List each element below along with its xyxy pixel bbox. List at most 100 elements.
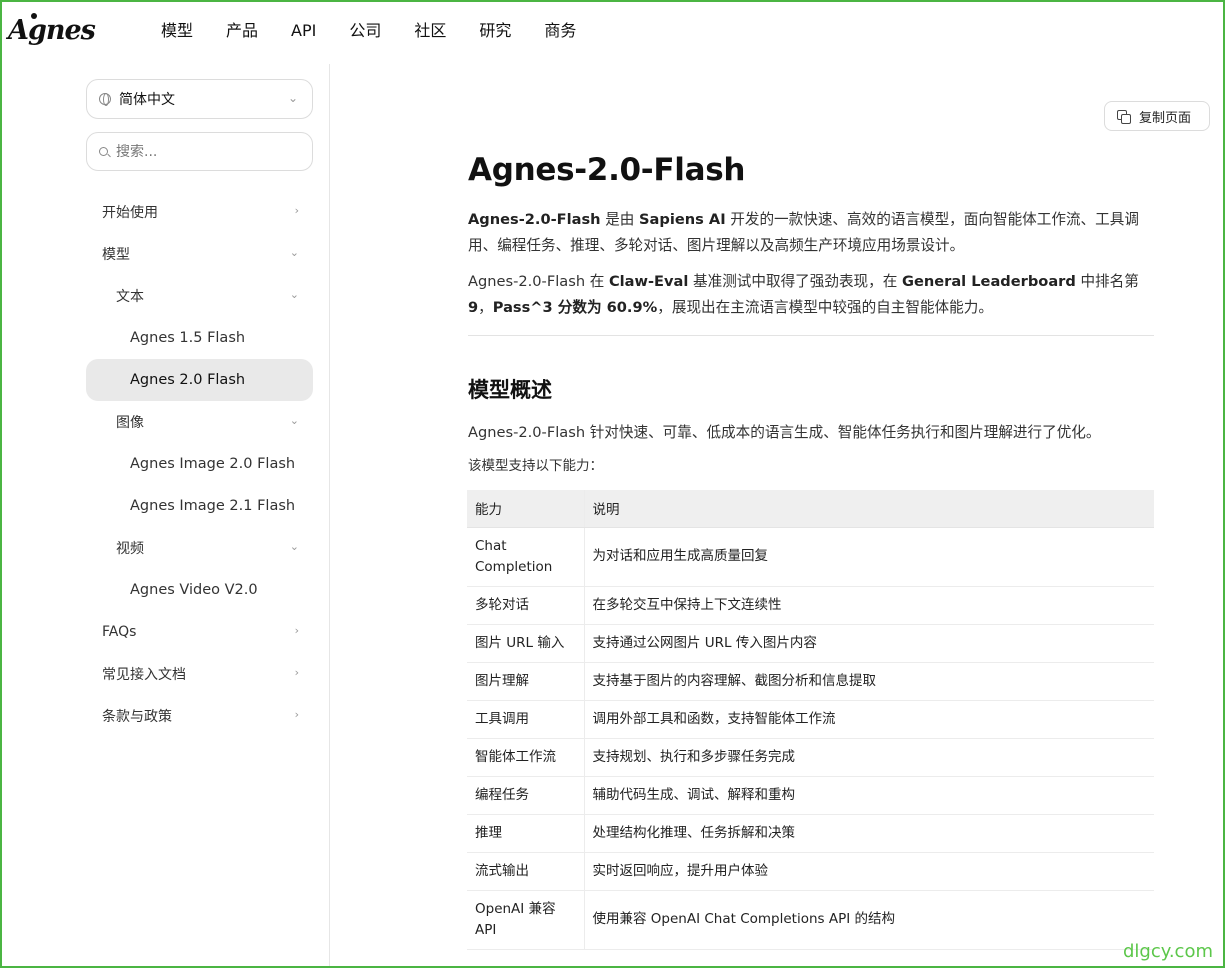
sidebar-item[interactable]: Agnes 2.0 Flash <box>86 359 313 401</box>
sidebar-item[interactable]: Agnes Image 2.0 Flash <box>86 443 313 485</box>
chevron-down-icon: ⌄ <box>289 540 299 553</box>
bench-text-2: 基准测试中取得了强劲表现，在 <box>688 273 902 290</box>
logo-text: Agnes <box>8 15 96 46</box>
sidebar-item-label: 模型 <box>102 247 130 263</box>
nav-item-research[interactable]: 研究 <box>479 19 511 43</box>
sidebar-item-label: Agnes 1.5 Flash <box>130 330 246 346</box>
table-row: 智能体工作流 支持规划、执行和多步骤任务完成 <box>467 738 1154 777</box>
sidebar-item[interactable]: Agnes Image 2.1 Flash <box>86 485 313 527</box>
capability-cell: Chat Completion <box>467 527 585 587</box>
sidebar-item-label: Agnes Video V2.0 <box>130 582 258 598</box>
sidebar-item[interactable]: 常见接入文档 › <box>86 653 313 695</box>
description-cell: 支持基于图片的内容理解、截图分析和信息提取 <box>584 662 1154 701</box>
sidebar-item-label: 图像 <box>116 415 144 431</box>
sidebar-item-label: 常见接入文档 <box>102 667 186 683</box>
article: Agnes-2.0-Flash Agnes-2.0-Flash 是由 Sapie… <box>468 150 1154 477</box>
bench-text-3: 中排名第 <box>1075 273 1139 290</box>
nav-item-products[interactable]: 产品 <box>226 19 258 43</box>
intro-paragraph: Agnes-2.0-Flash 是由 Sapiens AI 开发的一款快速、高效… <box>468 207 1154 259</box>
description-cell: 支持规划、执行和多步骤任务完成 <box>584 738 1154 777</box>
capability-cell: 推理 <box>467 814 585 853</box>
table-row: 图片理解 支持基于图片的内容理解、截图分析和信息提取 <box>467 662 1154 701</box>
description-cell: 支持通过公网图片 URL 传入图片内容 <box>584 624 1154 663</box>
capability-cell: 工具调用 <box>467 700 585 739</box>
nav-item-business[interactable]: 商务 <box>544 19 576 43</box>
divider <box>468 335 1154 336</box>
intro-model: Agnes-2.0-Flash <box>468 211 601 228</box>
sidebar-item[interactable]: Agnes Video V2.0 <box>86 569 313 611</box>
table-row: 流式输出 实时返回响应，提升用户体验 <box>467 852 1154 891</box>
globe-icon <box>99 93 111 106</box>
intro-text-1: 是由 <box>600 211 640 228</box>
capability-cell: 多轮对话 <box>467 586 585 625</box>
capability-cell: OpenAI 兼容 API <box>467 890 585 950</box>
description-cell: 调用外部工具和函数，支持智能体工作流 <box>584 700 1154 739</box>
description-cell: 使用兼容 OpenAI Chat Completions API 的结构 <box>584 890 1154 950</box>
language-label: 简体中文 <box>119 92 175 108</box>
sidebar-item-label: 文本 <box>116 289 144 305</box>
table-row: OpenAI 兼容 API 使用兼容 OpenAI Chat Completion… <box>467 890 1154 950</box>
capability-cell: 流式输出 <box>467 852 585 891</box>
support-intro: 该模型支持以下能力： <box>468 458 603 474</box>
description-cell: 为对话和应用生成高质量回复 <box>584 527 1154 587</box>
intro-org: Sapiens AI <box>639 211 726 228</box>
bench-name-2: General Leaderboard <box>901 273 1076 290</box>
nav-item-company[interactable]: 公司 <box>349 19 381 43</box>
language-select[interactable]: 简体中文 ⌄ <box>86 79 313 119</box>
chevron-down-icon: ⌄ <box>287 91 298 105</box>
search-box[interactable] <box>86 132 313 171</box>
section-description: Agnes-2.0-Flash 针对快速、可靠、低成本的语言生成、智能体任务执行… <box>468 424 1101 441</box>
search-icon <box>99 147 108 156</box>
bench-text-1: Agnes-2.0-Flash 在 <box>468 273 609 290</box>
table-row: 图片 URL 输入 支持通过公网图片 URL 传入图片内容 <box>467 624 1154 663</box>
chevron-right-icon: › <box>294 624 299 637</box>
description-cell: 处理结构化推理、任务拆解和决策 <box>584 814 1154 853</box>
chevron-down-icon: ⌄ <box>289 288 299 301</box>
bench-pass: Pass^3 分数为 60.9% <box>492 299 658 316</box>
sidebar-item[interactable]: 条款与政策 › <box>86 695 313 737</box>
sidebar-item-label: Agnes Image 2.1 Flash <box>130 498 296 514</box>
copy-icon <box>1117 109 1131 124</box>
table-row: 多轮对话 在多轮交互中保持上下文连续性 <box>467 586 1154 625</box>
chevron-right-icon: › <box>294 204 299 217</box>
main-nav: 模型 产品 API 公司 社区 研究 商务 <box>161 19 609 43</box>
bench-text-5: ，展现出在主流语言模型中较强的自主智能体能力。 <box>657 299 993 316</box>
sidebar-item[interactable]: 模型 ⌄ <box>86 233 313 275</box>
nav-item-models[interactable]: 模型 <box>161 19 193 43</box>
benchmark-paragraph: Agnes-2.0-Flash 在 Claw-Eval 基准测试中取得了强劲表现… <box>468 269 1154 321</box>
sidebar-item[interactable]: 文本 ⌄ <box>86 275 313 317</box>
sidebar-item-label: 视频 <box>116 541 144 557</box>
section-title: 模型概述 <box>468 378 552 402</box>
chevron-right-icon: › <box>294 666 299 679</box>
column-header-capability: 能力 <box>467 490 585 528</box>
sidebar-item-label: 条款与政策 <box>102 709 172 725</box>
bench-rank: 9 <box>468 299 479 316</box>
sidebar-item[interactable]: 开始使用 › <box>86 191 313 233</box>
capability-cell: 智能体工作流 <box>467 738 585 777</box>
sidebar-item[interactable]: 图像 ⌄ <box>86 401 313 443</box>
copy-page-button[interactable]: 复制页面 <box>1104 101 1210 131</box>
brand-logo[interactable]: Agnes <box>8 10 96 52</box>
search-input[interactable] <box>116 143 296 160</box>
top-nav: Agnes 模型 产品 API 公司 社区 研究 商务 <box>0 0 1225 64</box>
chevron-down-icon: ⌄ <box>289 246 299 259</box>
sidebar-item[interactable]: FAQs › <box>86 611 313 653</box>
description-cell: 辅助代码生成、调试、解释和重构 <box>584 776 1154 815</box>
table-row: 工具调用 调用外部工具和函数，支持智能体工作流 <box>467 700 1154 739</box>
table-row: 推理 处理结构化推理、任务拆解和决策 <box>467 814 1154 853</box>
bench-text-4: ， <box>478 299 493 316</box>
sidebar: 简体中文 ⌄ 开始使用 › 模型 ⌄ 文本 ⌄ Agnes 1.5 Flash Agnes 2… <box>0 64 330 968</box>
nav-item-community[interactable]: 社区 <box>414 19 446 43</box>
table-header-row: 能力 说明 <box>467 490 1154 528</box>
table-row: Chat Completion 为对话和应用生成高质量回复 <box>467 527 1154 587</box>
sidebar-item-label: FAQs <box>102 624 137 640</box>
sidebar-item[interactable]: Agnes 1.5 Flash <box>86 317 313 359</box>
copy-page-label: 复制页面 <box>1139 110 1192 126</box>
sidebar-item-label: Agnes 2.0 Flash <box>130 372 246 388</box>
column-header-description: 说明 <box>584 490 1154 528</box>
sidebar-item[interactable]: 视频 ⌄ <box>86 527 313 569</box>
page-title: Agnes-2.0-Flash <box>468 152 746 188</box>
bench-name-1: Claw-Eval <box>608 273 689 290</box>
nav-item-api[interactable]: API <box>291 19 316 43</box>
capabilities-table: 能力 说明 Chat Completion 为对话和应用生成高质量回复 多轮对话 在多… <box>467 490 1154 950</box>
